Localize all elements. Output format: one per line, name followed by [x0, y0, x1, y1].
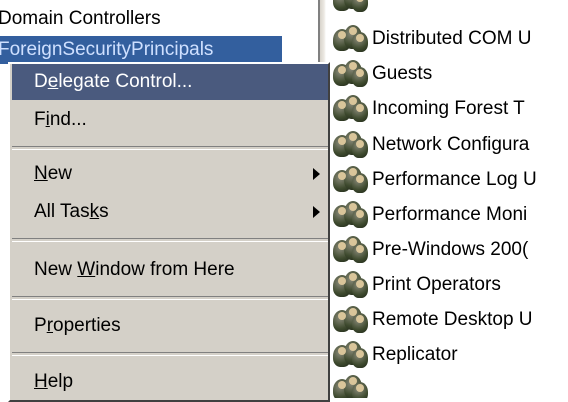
group-icon — [332, 270, 372, 300]
list-item-label: Guests — [372, 63, 433, 84]
menu-item-new[interactable]: New — [12, 156, 328, 192]
menu-item-properties[interactable]: Properties — [12, 308, 328, 344]
tree-item-domain-controllers[interactable]: Domain Controllers — [0, 5, 165, 33]
menu-item-new-window-from-here[interactable]: New Window from Here — [12, 252, 328, 288]
list-item-label: Remote Desktop U — [372, 309, 533, 330]
menu-label: operties — [53, 315, 121, 336]
list-item[interactable]: Performance Moni — [332, 198, 527, 232]
list-item-label: Network Configura — [372, 134, 530, 155]
group-icon — [332, 200, 372, 230]
list-item-label: Distributed COM U — [372, 28, 532, 49]
menu-accelerator: H — [34, 371, 48, 392]
menu-item-all-tasks[interactable]: All Tasks — [12, 194, 328, 230]
menu-accelerator: e — [47, 71, 59, 92]
list-pane: Distributed COM U Guests Incoming Forest… — [328, 0, 568, 398]
group-icon — [332, 340, 372, 370]
menu-label: P — [34, 315, 47, 336]
menu-label: D — [34, 71, 48, 92]
list-item-label: Print Operators — [372, 274, 501, 295]
submenu-arrow-icon — [313, 168, 320, 180]
group-icon — [332, 59, 372, 89]
menu-item-delegate-control[interactable]: Delegate Control... — [12, 64, 328, 100]
menu-label: legate Control... — [58, 71, 193, 92]
group-icon — [332, 305, 372, 335]
menu-separator — [12, 238, 328, 242]
list-item[interactable]: Incoming Forest T — [332, 92, 525, 126]
tree-item-foreign-security-principals[interactable]: ForeignSecurityPrincipals — [0, 36, 282, 64]
list-item-label: Performance Moni — [372, 204, 528, 225]
list-item[interactable]: Guests — [332, 57, 432, 91]
group-icon — [332, 165, 372, 195]
list-item[interactable]: Performance Log U — [332, 163, 537, 197]
submenu-arrow-icon — [313, 206, 320, 218]
menu-label: nd... — [49, 109, 87, 130]
list-item-label: Performance Log U — [372, 169, 537, 190]
group-icon — [332, 235, 372, 265]
menu-separator — [12, 352, 328, 356]
menu-label: s — [99, 201, 109, 222]
group-icon — [332, 0, 372, 14]
menu-label: indow from Here — [95, 259, 235, 280]
menu-item-find[interactable]: Find... — [12, 102, 328, 138]
menu-label: All Tas — [34, 201, 90, 222]
menu-item-help[interactable]: Help — [12, 364, 328, 400]
menu-label: New — [34, 259, 78, 280]
list-item[interactable]: Remote Desktop U — [332, 303, 533, 337]
list-item[interactable]: Replicator — [332, 338, 458, 372]
menu-label: ew — [47, 163, 73, 184]
list-item-label: Incoming Forest T — [372, 98, 525, 119]
group-icon — [332, 130, 372, 160]
context-menu: Delegate Control... Find... New All Task… — [8, 62, 330, 402]
list-item-partial[interactable] — [332, 372, 372, 398]
group-icon — [332, 24, 372, 54]
menu-label: F — [34, 109, 46, 130]
list-item[interactable]: Print Operators — [332, 268, 501, 302]
group-icon — [332, 374, 372, 398]
list-item[interactable]: Pre-Windows 200( — [332, 233, 528, 267]
menu-accelerator: N — [34, 163, 48, 184]
list-item-label: Replicator — [372, 344, 458, 365]
list-item-partial[interactable] — [332, 0, 372, 16]
menu-accelerator: W — [77, 259, 96, 280]
menu-separator — [12, 296, 328, 300]
group-icon — [332, 94, 372, 124]
list-item[interactable]: Network Configura — [332, 128, 529, 162]
list-item[interactable]: Distributed COM U — [332, 22, 531, 56]
menu-accelerator: k — [89, 201, 100, 222]
list-item-label: Pre-Windows 200( — [372, 239, 529, 260]
menu-separator — [12, 146, 328, 150]
menu-label: elp — [47, 371, 74, 392]
